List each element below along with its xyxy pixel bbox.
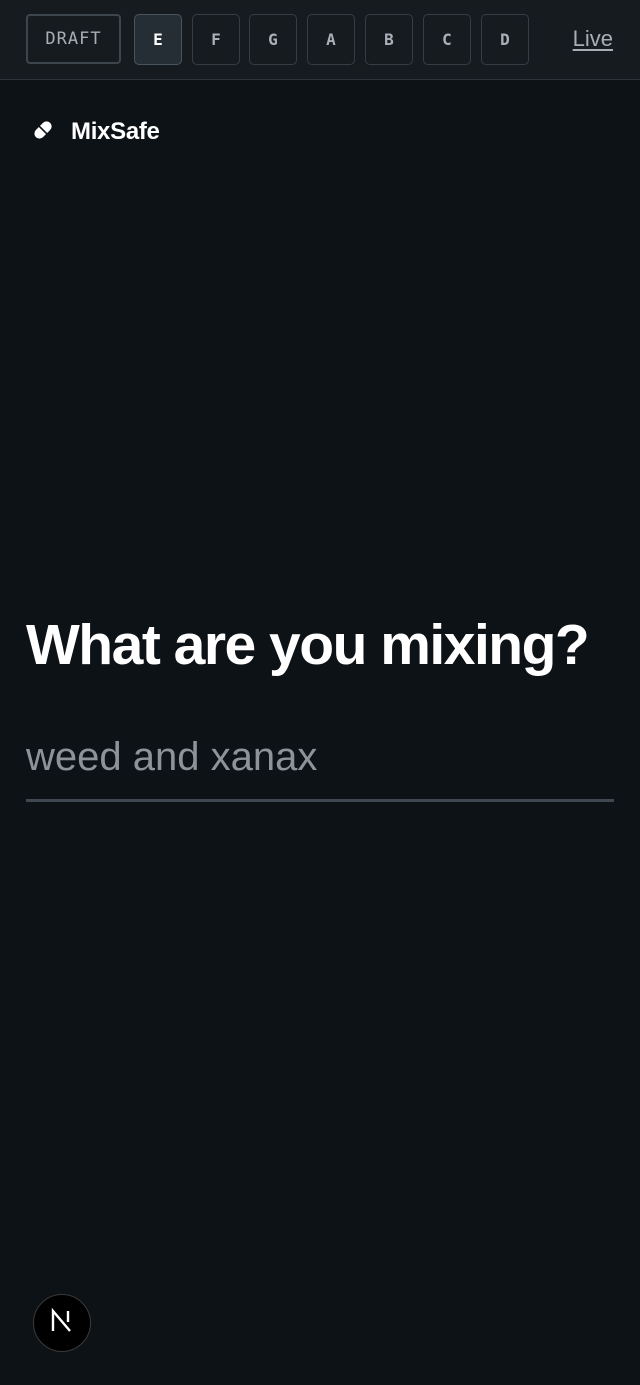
top-toolbar: DRAFT E F G A B C D Live [0,0,640,80]
nextjs-dev-badge[interactable] [33,1294,91,1352]
live-link[interactable]: Live [573,26,613,52]
variant-button-d[interactable]: D [481,14,529,65]
nextjs-icon [49,1307,75,1339]
pill-icon [32,119,71,146]
substance-input[interactable] [26,716,614,802]
variant-button-e[interactable]: E [134,14,182,65]
brand-name: MixSafe [71,118,160,145]
variant-button-a[interactable]: A [307,14,355,65]
variant-button-b[interactable]: B [365,14,413,65]
draft-badge: DRAFT [26,14,121,64]
variant-button-g[interactable]: G [249,14,297,65]
variant-button-c[interactable]: C [423,14,471,65]
page-title: What are you mixing? [26,613,590,677]
variant-button-f[interactable]: F [192,14,240,65]
brand[interactable]: MixSafe [32,117,160,147]
